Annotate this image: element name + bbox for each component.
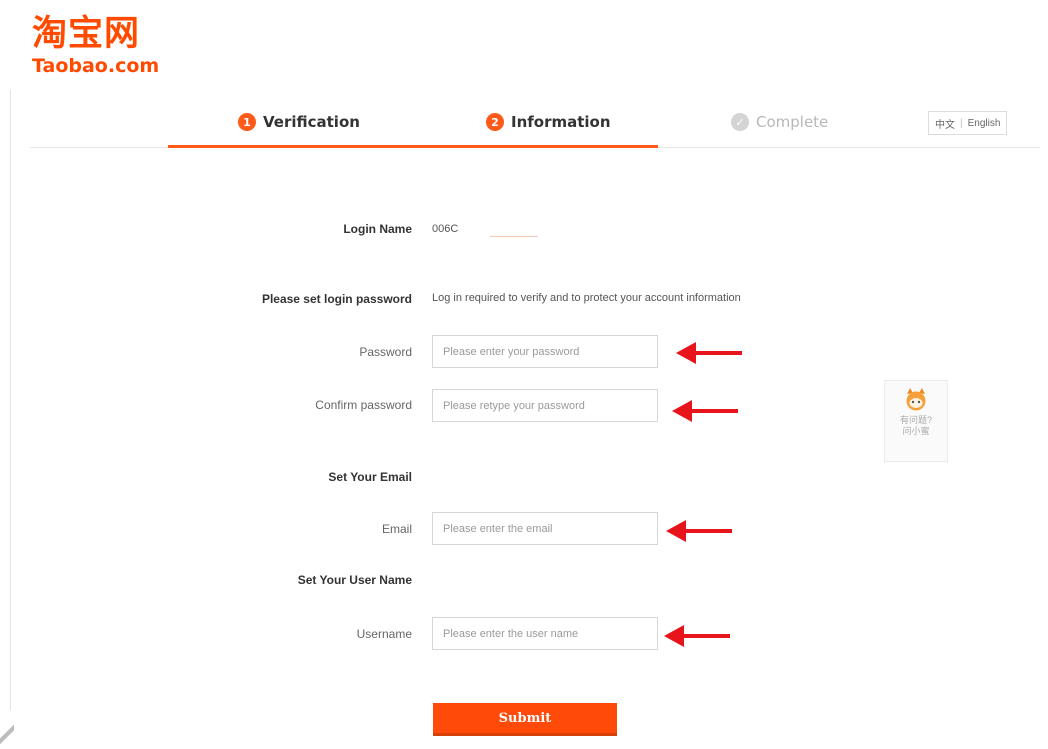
help-widget[interactable]: 有问题? 问小蜜 <box>884 380 948 462</box>
email-label: Email <box>381 522 412 536</box>
logo-english-text: Taobao.com <box>32 55 160 77</box>
logo-chinese-text: 淘宝网 <box>32 14 141 54</box>
password-input[interactable] <box>432 335 658 368</box>
taobao-logo[interactable]: 淘宝网 Taobao.com <box>32 14 159 77</box>
step-verification: 1 Verification <box>238 113 360 131</box>
red-arrow-left-icon <box>672 400 738 422</box>
step-complete: ✓ Complete <box>731 113 828 131</box>
language-switch: 中文 | English <box>928 111 1008 135</box>
page-left-edge <box>10 90 11 710</box>
steps-progress-bar <box>168 145 658 148</box>
red-arrow-left-icon <box>664 625 730 647</box>
login-name-underline <box>490 236 538 237</box>
step-information: 2 Information <box>486 113 611 131</box>
username-section-label: Set Your User Name <box>297 573 412 587</box>
step-label: Verification <box>263 113 360 131</box>
step-number-icon: 2 <box>486 113 504 131</box>
password-section-label: Please set login password <box>261 292 412 306</box>
language-separator: | <box>960 117 963 129</box>
red-arrow-left-icon <box>666 520 732 542</box>
email-section-label: Set Your Email <box>328 470 412 484</box>
mascot-icon <box>906 388 926 411</box>
password-label: Password <box>359 345 412 359</box>
confirm-password-label: Confirm password <box>315 398 412 412</box>
help-widget-line1: 有问题? <box>899 415 932 425</box>
password-section-hint: Log in required to verify and to protect… <box>432 292 741 304</box>
email-input[interactable] <box>432 512 658 545</box>
step-label: Complete <box>756 113 829 131</box>
login-name-label: Login Name <box>343 222 412 236</box>
red-arrow-left-icon <box>676 342 742 364</box>
username-label: Username <box>356 627 412 641</box>
check-icon: ✓ <box>731 113 749 131</box>
page-corner-mark <box>0 718 14 749</box>
confirm-password-input[interactable] <box>432 389 658 422</box>
submit-button[interactable]: Submit <box>433 703 617 736</box>
username-input[interactable] <box>432 617 658 650</box>
help-widget-line2: 问小蜜 <box>902 426 930 436</box>
language-chinese-link[interactable]: 中文 <box>935 116 955 131</box>
language-english-link[interactable]: English <box>968 118 1001 129</box>
step-label: Information <box>511 113 611 131</box>
step-number-icon: 1 <box>238 113 256 131</box>
login-name-value: 006C <box>432 223 459 235</box>
